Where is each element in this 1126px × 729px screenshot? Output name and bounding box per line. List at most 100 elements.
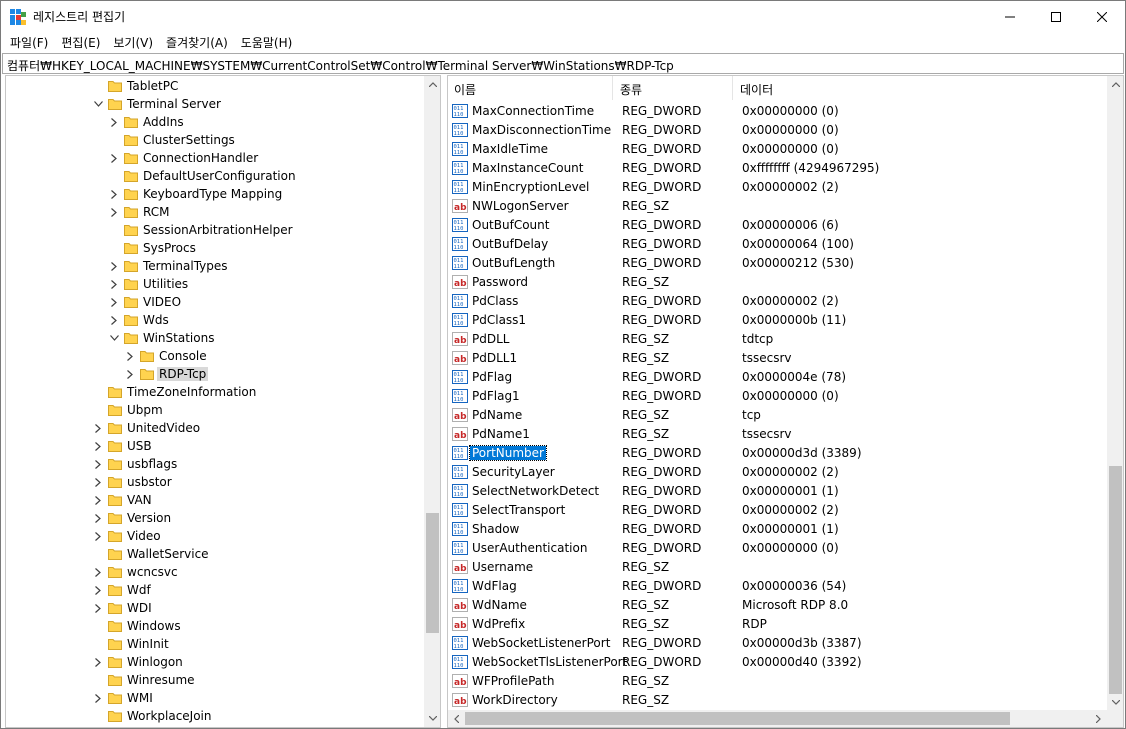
tree-item[interactable]: WinStations: [107, 329, 216, 347]
tree-item[interactable]: USB: [91, 437, 154, 455]
column-divider[interactable]: [612, 76, 613, 100]
list-item[interactable]: ab NWLogonServer REG_SZ: [452, 196, 669, 215]
tree-item[interactable]: KeyboardType Mapping: [107, 185, 284, 203]
tree-item[interactable]: Ubpm: [91, 401, 165, 419]
chevron-right-icon[interactable]: [91, 601, 105, 615]
list-item[interactable]: 011 110 MaxConnectionTime REG_DWORD 0x000000…: [452, 101, 839, 120]
tree-item[interactable]: usbflags: [91, 455, 179, 473]
list-item[interactable]: 011 110 WebSocketListenerPort REG_DWORD 0x00…: [452, 633, 862, 652]
list-item[interactable]: ab Username REG_SZ: [452, 557, 669, 576]
chevron-right-icon[interactable]: [107, 151, 121, 165]
chevron-right-icon[interactable]: [91, 565, 105, 579]
chevron-right-icon[interactable]: [91, 583, 105, 597]
chevron-down-icon[interactable]: [91, 97, 105, 111]
tree-item[interactable]: WalletService: [91, 545, 211, 563]
tree-item[interactable]: ConnectionHandler: [107, 149, 260, 167]
list-item[interactable]: ab WdName REG_SZ Microsoft RDP 8.0: [452, 595, 848, 614]
menu-favorites[interactable]: 즐겨찾기(A): [166, 32, 228, 52]
values-scroll-thumb[interactable]: [1109, 466, 1122, 694]
values-vertical-scrollbar[interactable]: [1107, 76, 1123, 711]
list-item[interactable]: 011 110 OutBufDelay REG_DWORD 0x00000064 (10…: [452, 234, 854, 253]
list-item[interactable]: ab PdName1 REG_SZ tssecsrv: [452, 424, 791, 443]
minimize-button[interactable]: [987, 1, 1033, 32]
tree-item[interactable]: AddIns: [107, 113, 186, 131]
title-bar[interactable]: 레지스트리 편집기: [1, 1, 1125, 32]
list-item[interactable]: 011 110 MinEncryptionLevel REG_DWORD 0x00000…: [452, 177, 839, 196]
tree-item[interactable]: Winresume: [91, 671, 197, 689]
tree-item[interactable]: DefaultUserConfiguration: [107, 167, 298, 185]
scroll-right-arrow-icon[interactable]: [1090, 710, 1107, 727]
list-item[interactable]: 011 110 SelectNetworkDetect REG_DWORD 0x0000…: [452, 481, 839, 500]
chevron-right-icon[interactable]: [91, 655, 105, 669]
menu-help[interactable]: 도움말(H): [241, 32, 293, 52]
list-item[interactable]: 011 110 SelectTransport REG_DWORD 0x00000002…: [452, 500, 839, 519]
list-item[interactable]: 011 110 MaxDisconnectionTime REG_DWORD 0x000…: [452, 120, 839, 139]
horizontal-scroll-thumb[interactable]: [465, 712, 1010, 725]
tree-item[interactable]: VIDEO: [107, 293, 183, 311]
list-item[interactable]: 011 110 PdClass1 REG_DWORD 0x0000000b (11): [452, 310, 846, 329]
list-item[interactable]: ab PdDLL REG_SZ tdtcp: [452, 329, 773, 348]
tree-item[interactable]: Wdf: [91, 581, 153, 599]
chevron-right-icon[interactable]: [91, 439, 105, 453]
list-item[interactable]: ab WFProfilePath REG_SZ: [452, 671, 669, 690]
chevron-right-icon[interactable]: [123, 367, 137, 381]
tree-item[interactable]: wcncsvc: [91, 563, 180, 581]
chevron-right-icon[interactable]: [107, 115, 121, 129]
tree-item[interactable]: RCM: [107, 203, 171, 221]
list-item[interactable]: ab WorkDirectory REG_SZ: [452, 690, 669, 709]
chevron-right-icon[interactable]: [91, 457, 105, 471]
list-item[interactable]: 011 110 PortNumber REG_DWORD 0x00000d3d (338…: [452, 443, 862, 462]
tree-item[interactable]: WDI: [91, 599, 154, 617]
tree-item[interactable]: Video: [91, 527, 163, 545]
tree-item[interactable]: Version: [91, 509, 173, 527]
tree-item[interactable]: Console: [123, 347, 209, 365]
chevron-right-icon[interactable]: [107, 313, 121, 327]
list-item[interactable]: 011 110 UserAuthentication REG_DWORD 0x00000…: [452, 538, 839, 557]
list-item[interactable]: 011 110 PdFlag REG_DWORD 0x0000004e (78): [452, 367, 846, 386]
scroll-up-arrow-icon[interactable]: [1107, 76, 1123, 93]
values-horizontal-scrollbar[interactable]: [448, 710, 1107, 727]
list-item[interactable]: ab PdName REG_SZ tcp: [452, 405, 761, 424]
tree-item[interactable]: ClusterSettings: [107, 131, 237, 149]
tree-item[interactable]: WinInit: [91, 635, 171, 653]
list-item[interactable]: 011 110 PdFlag1 REG_DWORD 0x00000000 (0): [452, 386, 839, 405]
tree-scroll-thumb[interactable]: [426, 513, 439, 633]
chevron-right-icon[interactable]: [91, 421, 105, 435]
tree-item[interactable]: VAN: [91, 491, 154, 509]
tree-item[interactable]: Windows: [91, 617, 183, 635]
chevron-down-icon[interactable]: [107, 331, 121, 345]
chevron-right-icon[interactable]: [107, 295, 121, 309]
tree-item[interactable]: TerminalTypes: [107, 257, 230, 275]
list-item[interactable]: 011 110 MaxIdleTime REG_DWORD 0x00000000 (0): [452, 139, 839, 158]
tree-item[interactable]: UnitedVideo: [91, 419, 202, 437]
tree-item[interactable]: RDP-Tcp: [123, 365, 209, 383]
menu-file[interactable]: 파일(F): [10, 32, 48, 52]
scroll-down-arrow-icon[interactable]: [1107, 694, 1123, 711]
tree-item[interactable]: SysProcs: [107, 239, 198, 257]
column-header-name[interactable]: 이름: [448, 76, 612, 100]
maximize-button[interactable]: [1033, 1, 1079, 32]
chevron-right-icon[interactable]: [107, 205, 121, 219]
column-header-data[interactable]: 데이터: [734, 76, 1104, 100]
scroll-left-arrow-icon[interactable]: [448, 710, 465, 727]
column-header-type[interactable]: 종류: [614, 76, 732, 100]
list-item[interactable]: 011 110 MaxInstanceCount REG_DWORD 0xfffffff…: [452, 158, 879, 177]
chevron-right-icon[interactable]: [91, 493, 105, 507]
chevron-right-icon[interactable]: [107, 277, 121, 291]
list-item[interactable]: ab WdPrefix REG_SZ RDP: [452, 614, 767, 633]
list-item[interactable]: 011 110 WebSocketTlsListenerPort REG_DWORD 0…: [452, 652, 862, 671]
chevron-right-icon[interactable]: [107, 187, 121, 201]
address-bar[interactable]: 컴퓨터₩HKEY_LOCAL_MACHINE₩SYSTEM₩CurrentCon…: [2, 53, 1124, 74]
tree-vertical-scrollbar[interactable]: [424, 76, 440, 727]
list-item[interactable]: 011 110 WdFlag REG_DWORD 0x00000036 (54): [452, 576, 846, 595]
list-item[interactable]: 011 110 OutBufLength REG_DWORD 0x00000212 (5…: [452, 253, 854, 272]
tree-item[interactable]: Wds: [107, 311, 171, 329]
list-item[interactable]: 011 110 SecurityLayer REG_DWORD 0x00000002 (…: [452, 462, 839, 481]
chevron-right-icon[interactable]: [91, 511, 105, 525]
tree-item[interactable]: usbstor: [91, 473, 174, 491]
list-item[interactable]: 011 110 PdClass REG_DWORD 0x00000002 (2): [452, 291, 839, 310]
chevron-right-icon[interactable]: [91, 691, 105, 705]
scroll-down-arrow-icon[interactable]: [424, 710, 440, 727]
scroll-up-arrow-icon[interactable]: [424, 76, 440, 93]
list-item[interactable]: ab Password REG_SZ: [452, 272, 669, 291]
